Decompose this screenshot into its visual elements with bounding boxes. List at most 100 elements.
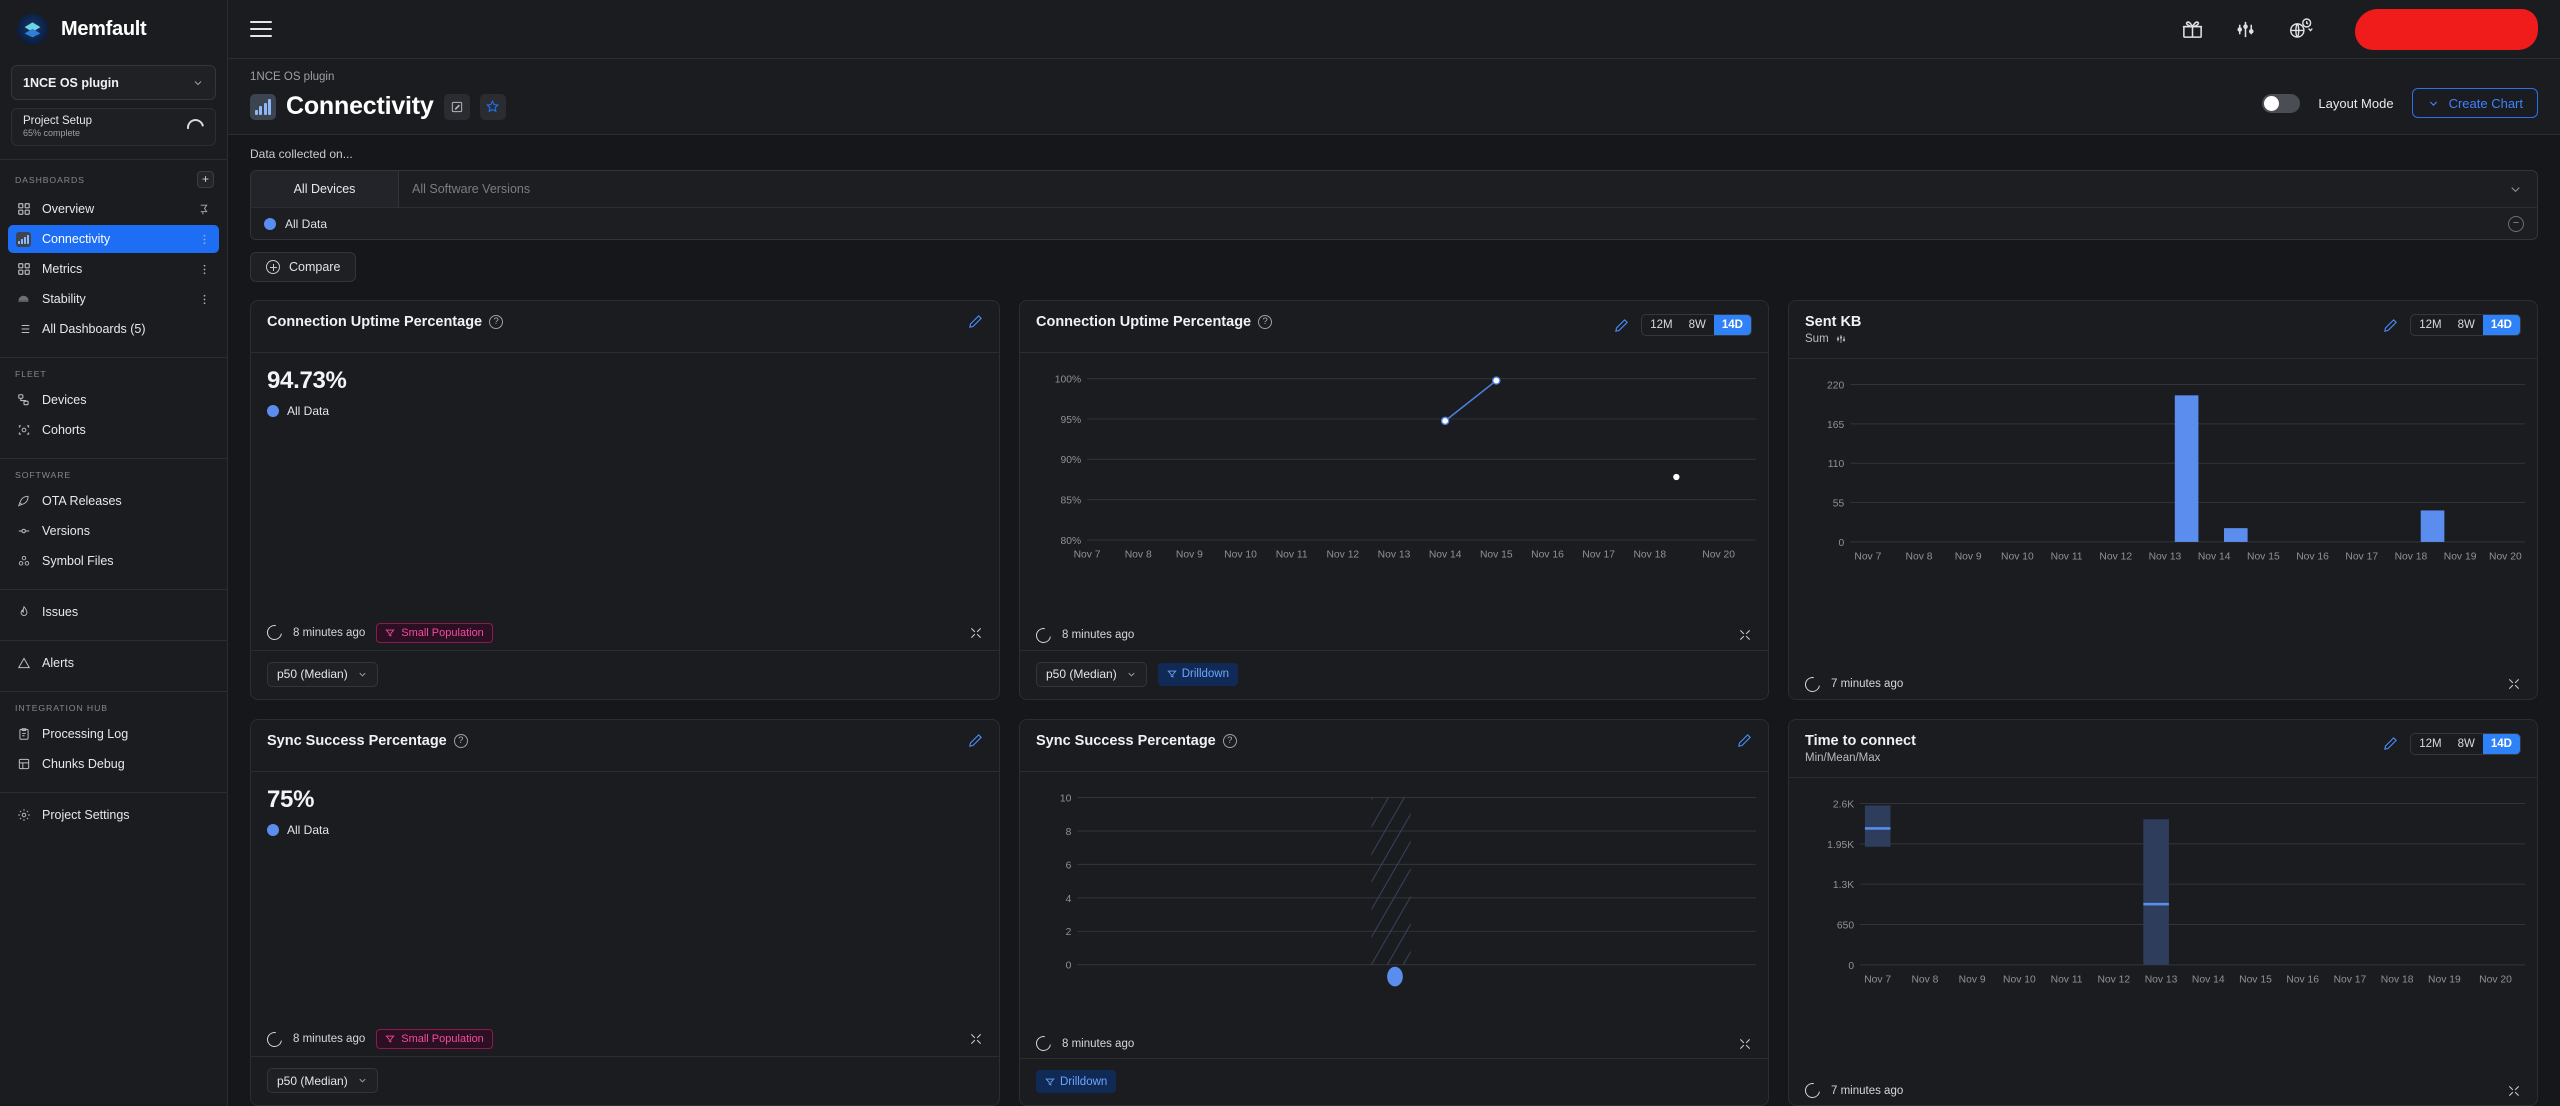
project-selector[interactable]: 1NCE OS plugin (11, 65, 216, 100)
pencil-icon[interactable] (1737, 733, 1752, 748)
question-circle-icon[interactable]: ? (489, 315, 503, 329)
card-subtitle-row: Sum (1805, 333, 1861, 345)
software-versions-placeholder: All Software Versions (412, 182, 530, 196)
sidebar-item-alerts[interactable]: Alerts (8, 649, 219, 677)
sidebar-item-ota-releases[interactable]: OTA Releases (8, 487, 219, 515)
pencil-icon[interactable] (968, 733, 983, 748)
all-data-label: All Data (285, 217, 327, 231)
brand[interactable]: Memfault (0, 0, 227, 59)
layout-mode-toggle[interactable] (2262, 94, 2300, 113)
add-dashboard-button[interactable]: + (197, 171, 214, 188)
project-setup-subtitle: 65% complete (23, 128, 92, 140)
expand-icon[interactable] (2507, 1084, 2521, 1098)
svg-text:Nov 9: Nov 9 (1176, 550, 1203, 561)
range-option-8w[interactable]: 8W (2450, 315, 2483, 335)
drilldown-button[interactable]: Drilldown (1036, 1070, 1116, 1093)
svg-text:Nov 14: Nov 14 (1429, 550, 1462, 561)
svg-text:10: 10 (1060, 793, 1072, 804)
sidebar-item-label: Overview (42, 202, 94, 216)
aggregation-value: p50 (Median) (277, 1074, 348, 1088)
sidebar-item-versions[interactable]: Versions (8, 517, 219, 545)
globe-clock-icon[interactable] (2287, 17, 2317, 42)
sidebar-item-processing-log[interactable]: Processing Log (8, 720, 219, 748)
sidebar-item-connectivity[interactable]: Connectivity (8, 225, 219, 253)
range-option-12m[interactable]: 12M (2411, 734, 2449, 754)
card-header: Connection Uptime Percentage ? (251, 301, 999, 353)
series-color-dot (264, 218, 276, 230)
sidebar-item-chunks-debug[interactable]: Chunks Debug (8, 750, 219, 778)
refresh-icon[interactable] (264, 1029, 285, 1050)
range-option-8w[interactable]: 8W (2450, 734, 2483, 754)
expand-icon[interactable] (969, 626, 983, 640)
minus-circle-icon[interactable]: − (2508, 216, 2524, 232)
sidebar-item-all-dashboards[interactable]: All Dashboards (5) (8, 315, 219, 343)
refresh-icon[interactable] (1802, 1080, 1823, 1101)
aggregation-select[interactable]: p50 (Median) (267, 1068, 378, 1093)
expand-icon[interactable] (1738, 1037, 1752, 1051)
question-circle-icon[interactable]: ? (1258, 315, 1272, 329)
compare-button[interactable]: Compare (250, 252, 356, 282)
gift-icon[interactable] (2181, 18, 2204, 41)
pencil-icon[interactable] (968, 314, 983, 329)
range-option-12m[interactable]: 12M (2411, 315, 2449, 335)
range-option-14d[interactable]: 14D (2483, 315, 2520, 335)
refresh-icon[interactable] (264, 622, 285, 643)
svg-text:0: 0 (1066, 960, 1072, 971)
expand-icon[interactable] (1738, 628, 1752, 642)
sidebar-item-label: Cohorts (42, 423, 86, 437)
bar-chart[interactable]: 220 165 110 55 0 Nov 7 (1799, 369, 2527, 584)
question-circle-icon[interactable]: ? (1223, 734, 1237, 748)
filters-area: Data collected on... All Devices All Sof… (228, 135, 2560, 282)
mean-marker-nov-7 (1865, 827, 1891, 830)
pencil-icon[interactable] (1614, 318, 1629, 333)
aggregation-select[interactable]: p50 (Median) (267, 662, 378, 687)
sidebar-item-devices[interactable]: Devices (8, 386, 219, 414)
range-option-14d[interactable]: 14D (2483, 734, 2520, 754)
range-option-12m[interactable]: 12M (1642, 315, 1680, 335)
star-icon[interactable] (480, 94, 506, 120)
kebab-menu-icon[interactable] (198, 263, 211, 276)
sidebar-item-cohorts[interactable]: Cohorts (8, 416, 219, 444)
rocket-icon (16, 494, 31, 509)
sidebar-item-symbol-files[interactable]: Symbol Files (8, 547, 219, 575)
aggregation-value: p50 (Median) (1046, 667, 1117, 681)
kebab-menu-icon[interactable] (198, 233, 211, 246)
project-setup-card[interactable]: Project Setup 65% complete (11, 108, 216, 146)
question-circle-icon[interactable]: ? (454, 734, 468, 748)
breadcrumb[interactable]: 1NCE OS plugin (250, 71, 506, 83)
refresh-icon[interactable] (1033, 625, 1054, 646)
pin-icon[interactable] (198, 203, 211, 216)
pencil-icon[interactable] (2383, 736, 2398, 751)
hamburger-menu-icon[interactable] (250, 21, 272, 37)
scatter-chart[interactable]: 10 8 6 4 2 0 (1030, 782, 1758, 997)
sidebar-item-issues[interactable]: Issues (8, 598, 219, 626)
refresh-icon[interactable] (1802, 674, 1823, 695)
sidebar-item-stability[interactable]: Stability (8, 285, 219, 313)
expand-icon[interactable] (2507, 677, 2521, 691)
sidebar-item-project-settings[interactable]: Project Settings (8, 801, 219, 829)
software-versions-input[interactable]: All Software Versions (399, 171, 2493, 207)
refresh-icon[interactable] (1033, 1033, 1054, 1054)
gridlines (1077, 797, 1756, 964)
card-footer: 7 minutes ago (1789, 671, 2537, 699)
chevron-down-icon[interactable] (2493, 171, 2537, 207)
drilldown-button[interactable]: Drilldown (1158, 663, 1238, 686)
sidebar-item-overview[interactable]: Overview (8, 195, 219, 223)
metrics-bars-icon[interactable] (2234, 18, 2257, 41)
all-devices-button[interactable]: All Devices (251, 171, 399, 207)
range-bar-chart[interactable]: 2.6K 1.95K 1.3K 650 0 (1799, 788, 2527, 1003)
range-option-8w[interactable]: 8W (1681, 315, 1714, 335)
sidebar-item-metrics[interactable]: Metrics (8, 255, 219, 283)
pencil-square-icon[interactable] (444, 94, 470, 120)
create-chart-button[interactable]: Create Chart (2412, 88, 2538, 118)
aggregation-select[interactable]: p50 (Median) (1036, 662, 1147, 687)
card-title-row: Sent KB (1805, 314, 1861, 330)
line-chart[interactable]: 100% 95% 90% 85% 80% Nov 7 Nov 8 Nov 9 N… (1030, 363, 1758, 588)
card-actions: Drilldown (1020, 1058, 1768, 1105)
range-option-14d[interactable]: 14D (1714, 315, 1751, 335)
kebab-menu-icon[interactable] (198, 293, 211, 306)
card-header-actions: 12M 8W 14D (2383, 314, 2521, 336)
legend-label: All Data (287, 823, 329, 837)
expand-icon[interactable] (969, 1032, 983, 1046)
pencil-icon[interactable] (2383, 318, 2398, 333)
